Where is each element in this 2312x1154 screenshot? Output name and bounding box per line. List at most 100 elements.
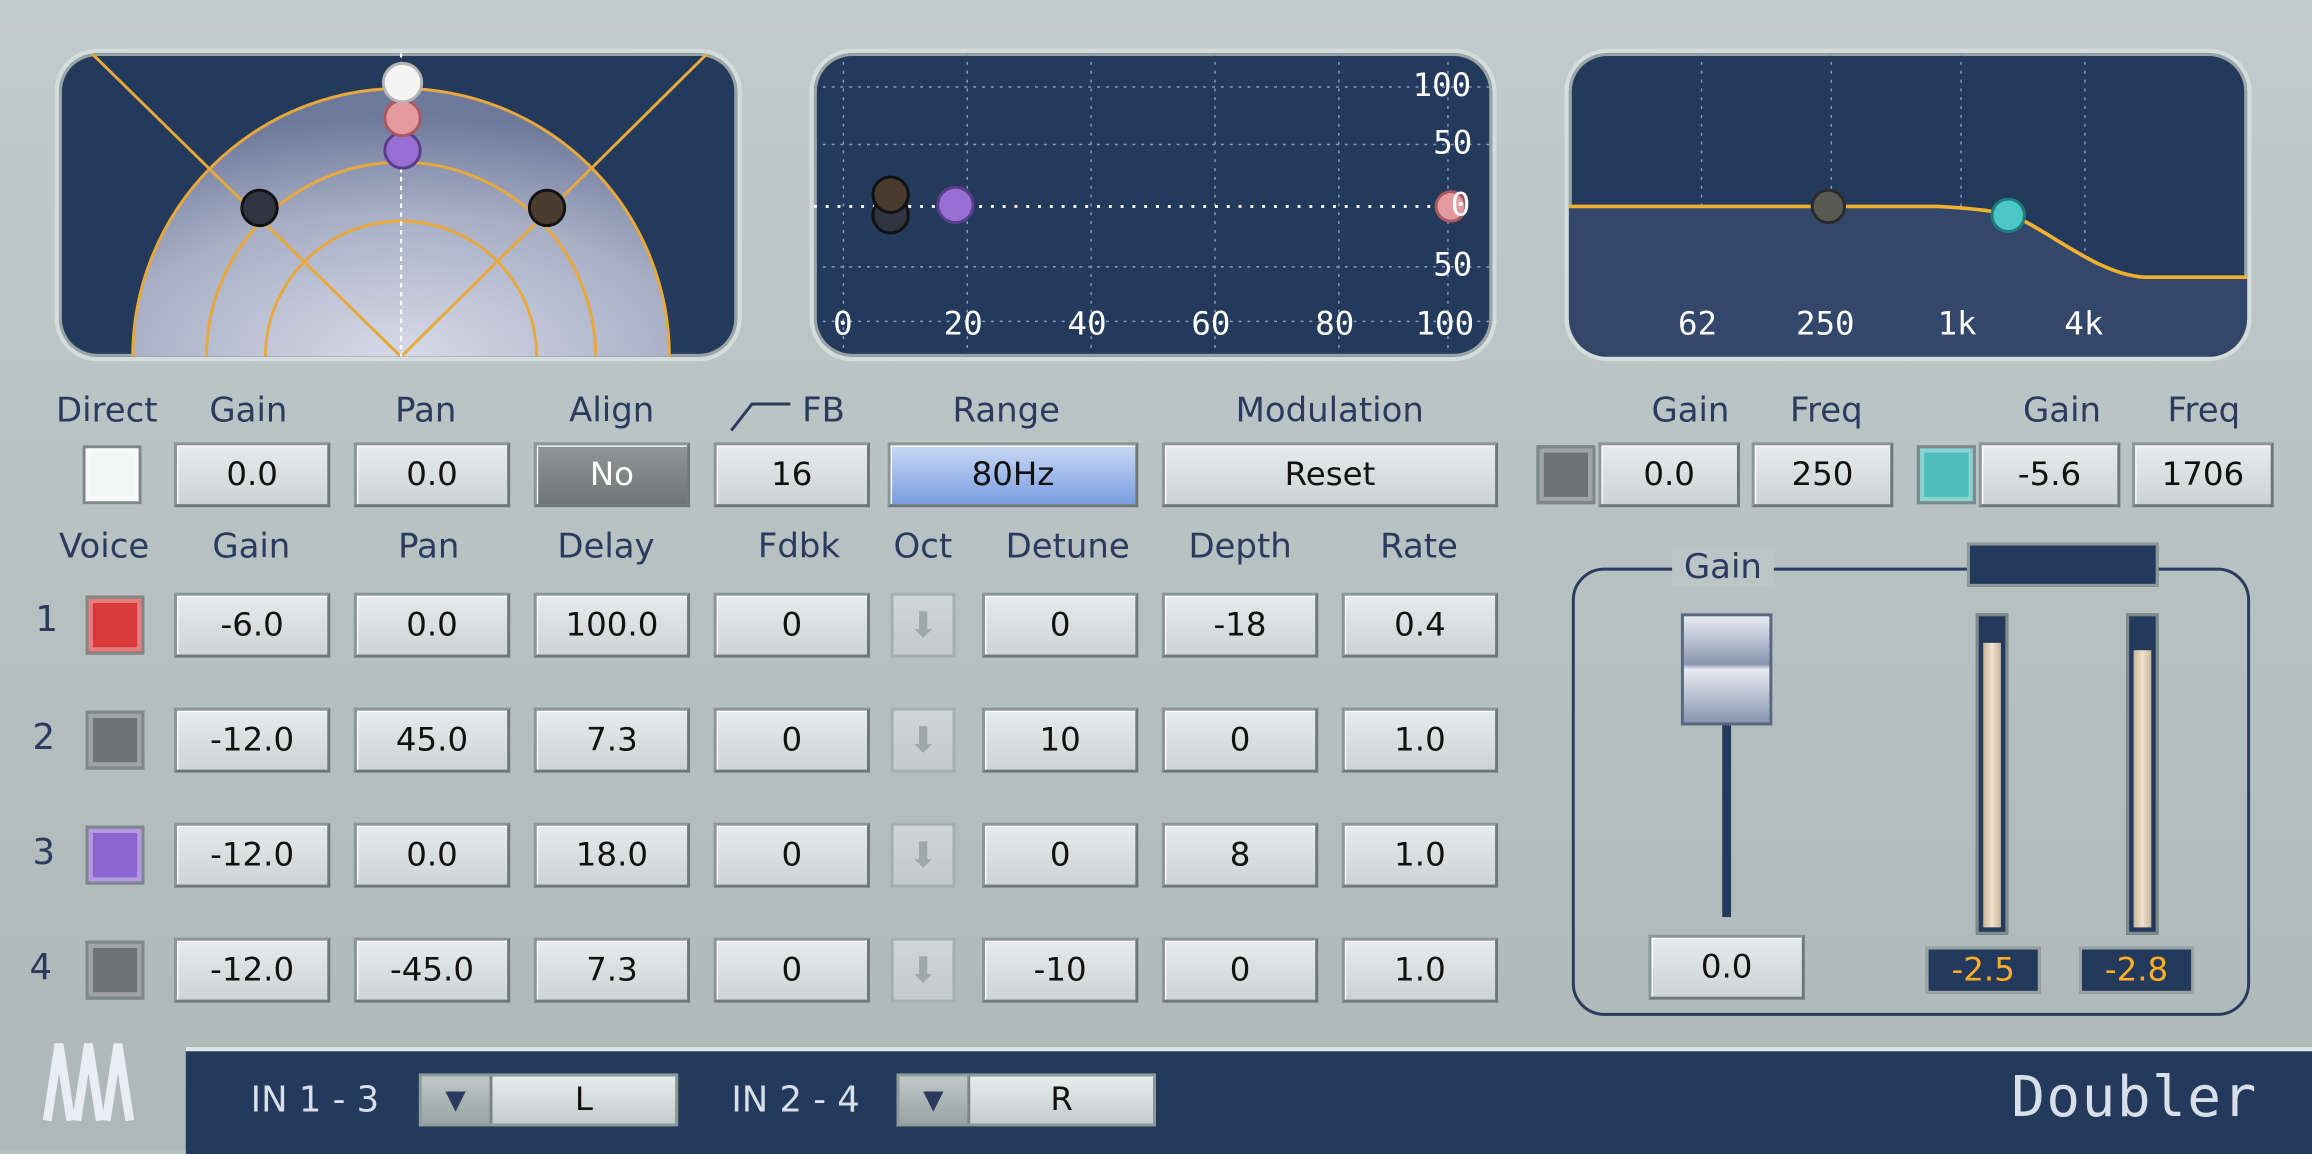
- voice-4-oct-button[interactable]: ⬇: [891, 938, 956, 1003]
- voice-3-pan-field[interactable]: 0.0: [354, 823, 510, 888]
- eq-x-label: 1k: [1937, 307, 1976, 344]
- voice-1-detune-field[interactable]: 0: [982, 593, 1138, 658]
- eq-band2-handle: [1992, 199, 2024, 231]
- delay-display[interactable]: 100 50 0 50 0 20 40 60 80 100: [814, 53, 1492, 357]
- voice2-pan-handle: [242, 190, 277, 225]
- voice-fdbk-header: Fdbk: [758, 528, 840, 566]
- eq-band2-freq-field[interactable]: 1706: [2132, 442, 2274, 507]
- delay-graph: [814, 53, 1492, 357]
- voice-number: 4: [29, 947, 52, 988]
- voice-3-detune-field[interactable]: 0: [982, 823, 1138, 888]
- voice-3-fdbk-field[interactable]: 0: [714, 823, 870, 888]
- in2-dropdown[interactable]: ▼ R: [896, 1073, 1156, 1126]
- in1-value: L: [492, 1081, 675, 1118]
- voice-2-swatch[interactable]: [86, 711, 145, 770]
- voice-1-depth-field[interactable]: -18: [1162, 593, 1318, 658]
- eq-display[interactable]: 62 250 1k 4k: [1569, 53, 2247, 357]
- voice-4-fdbk-field[interactable]: 0: [714, 938, 870, 1003]
- align-header: Align: [569, 392, 654, 430]
- voice-2-delay-field[interactable]: 7.3: [534, 708, 690, 773]
- voice-3-rate-field[interactable]: 1.0: [1342, 823, 1498, 888]
- voice-delay-header: Delay: [557, 528, 654, 566]
- voice4-pan-handle: [529, 190, 564, 225]
- fb-field[interactable]: 16: [714, 442, 870, 507]
- voice-1-swatch[interactable]: [86, 596, 145, 655]
- delay-x-label: 100: [1416, 307, 1475, 344]
- meter-left-readout: -2.5: [1926, 947, 2041, 994]
- voice-4-detune-field[interactable]: -10: [982, 938, 1138, 1003]
- eq-band1-handle: [1812, 190, 1844, 222]
- arrow-down-icon: ⬇: [908, 720, 938, 761]
- eq-band1-gain-header: Gain: [1651, 392, 1729, 430]
- pan-graph: [59, 53, 737, 357]
- delay-x-label: 80: [1315, 307, 1354, 344]
- voice-1-fdbk-field[interactable]: 0: [714, 593, 870, 658]
- voice-1-rate-field[interactable]: 0.4: [1342, 593, 1498, 658]
- voice-2-detune-field[interactable]: 10: [982, 708, 1138, 773]
- align-toggle[interactable]: No: [534, 442, 690, 507]
- delay-y-label: 50: [1433, 248, 1472, 285]
- output-gain-field[interactable]: 0.0: [1648, 935, 1804, 1000]
- delay-x-label: 0: [833, 307, 853, 344]
- eq-band1-freq-header: Freq: [1790, 392, 1863, 430]
- highpass-icon: [728, 398, 793, 433]
- eq-band2-gain-field[interactable]: -5.6: [1979, 442, 2121, 507]
- voice-4-gain-field[interactable]: -12.0: [174, 938, 330, 1003]
- voice-3-swatch[interactable]: [86, 826, 145, 885]
- eq-x-label: 62: [1678, 307, 1717, 344]
- voice-4-pan-field[interactable]: -45.0: [354, 938, 510, 1003]
- voice-3-delay-field[interactable]: 18.0: [534, 823, 690, 888]
- triangle-down-icon[interactable]: ▼: [899, 1076, 970, 1123]
- voice4-delay-handle: [873, 177, 908, 212]
- voice-4-swatch[interactable]: [86, 941, 145, 1000]
- eq-band1-freq-field[interactable]: 250: [1752, 442, 1894, 507]
- voice-2-oct-button[interactable]: ⬇: [891, 708, 956, 773]
- eq-band1-swatch[interactable]: [1536, 445, 1595, 504]
- delay-x-label: 20: [944, 307, 983, 344]
- triangle-down-icon[interactable]: ▼: [422, 1076, 493, 1123]
- in1-dropdown[interactable]: ▼ L: [419, 1073, 679, 1126]
- voice-1-pan-field[interactable]: 0.0: [354, 593, 510, 658]
- output-gain-fader-thumb[interactable]: [1681, 613, 1772, 725]
- app-name: Doubler: [2011, 1065, 2257, 1130]
- eq-band1-gain-field[interactable]: 0.0: [1598, 442, 1740, 507]
- voice1-pan-handle: [385, 100, 420, 135]
- eq-band2-swatch[interactable]: [1917, 445, 1976, 504]
- voice-depth-header: Depth: [1188, 528, 1291, 566]
- voice-4-depth-field[interactable]: 0: [1162, 938, 1318, 1003]
- output-meter-left: [1976, 613, 2008, 934]
- voice-header: Voice: [59, 528, 149, 566]
- delay-x-label: 40: [1068, 307, 1107, 344]
- range-field[interactable]: 80Hz: [888, 442, 1139, 507]
- voice-1-oct-button[interactable]: ⬇: [891, 593, 956, 658]
- direct-pan-header: Pan: [395, 392, 456, 430]
- modulation-reset-button[interactable]: Reset: [1162, 442, 1498, 507]
- meter-title-bar: [1967, 543, 2159, 587]
- direct-gain-field[interactable]: 0.0: [174, 442, 330, 507]
- voice-2-depth-field[interactable]: 0: [1162, 708, 1318, 773]
- delay-x-label: 60: [1191, 307, 1230, 344]
- voice-2-rate-field[interactable]: 1.0: [1342, 708, 1498, 773]
- direct-pan-field[interactable]: 0.0: [354, 442, 510, 507]
- arrow-down-icon: ⬇: [908, 950, 938, 991]
- voice-2-pan-field[interactable]: 45.0: [354, 708, 510, 773]
- direct-header: Direct: [56, 392, 158, 430]
- in2-label: IN 2 - 4: [731, 1079, 859, 1120]
- direct-swatch[interactable]: [83, 445, 142, 504]
- voice-2-gain-field[interactable]: -12.0: [174, 708, 330, 773]
- voice-oct-header: Oct: [894, 528, 953, 566]
- output-gain-header: Gain: [1672, 548, 1774, 586]
- pan-display[interactable]: [59, 53, 737, 357]
- direct-pan-handle: [383, 63, 421, 101]
- voice-2-fdbk-field[interactable]: 0: [714, 708, 870, 773]
- voice-3-gain-field[interactable]: -12.0: [174, 823, 330, 888]
- voice-4-delay-field[interactable]: 7.3: [534, 938, 690, 1003]
- eq-band2-freq-header: Freq: [2168, 392, 2241, 430]
- voice-1-gain-field[interactable]: -6.0: [174, 593, 330, 658]
- voice-3-oct-button[interactable]: ⬇: [891, 823, 956, 888]
- voice-1-delay-field[interactable]: 100.0: [534, 593, 690, 658]
- voice-4-rate-field[interactable]: 1.0: [1342, 938, 1498, 1003]
- voice-rate-header: Rate: [1380, 528, 1458, 566]
- voice-3-depth-field[interactable]: 8: [1162, 823, 1318, 888]
- eq-x-label: 250: [1796, 307, 1855, 344]
